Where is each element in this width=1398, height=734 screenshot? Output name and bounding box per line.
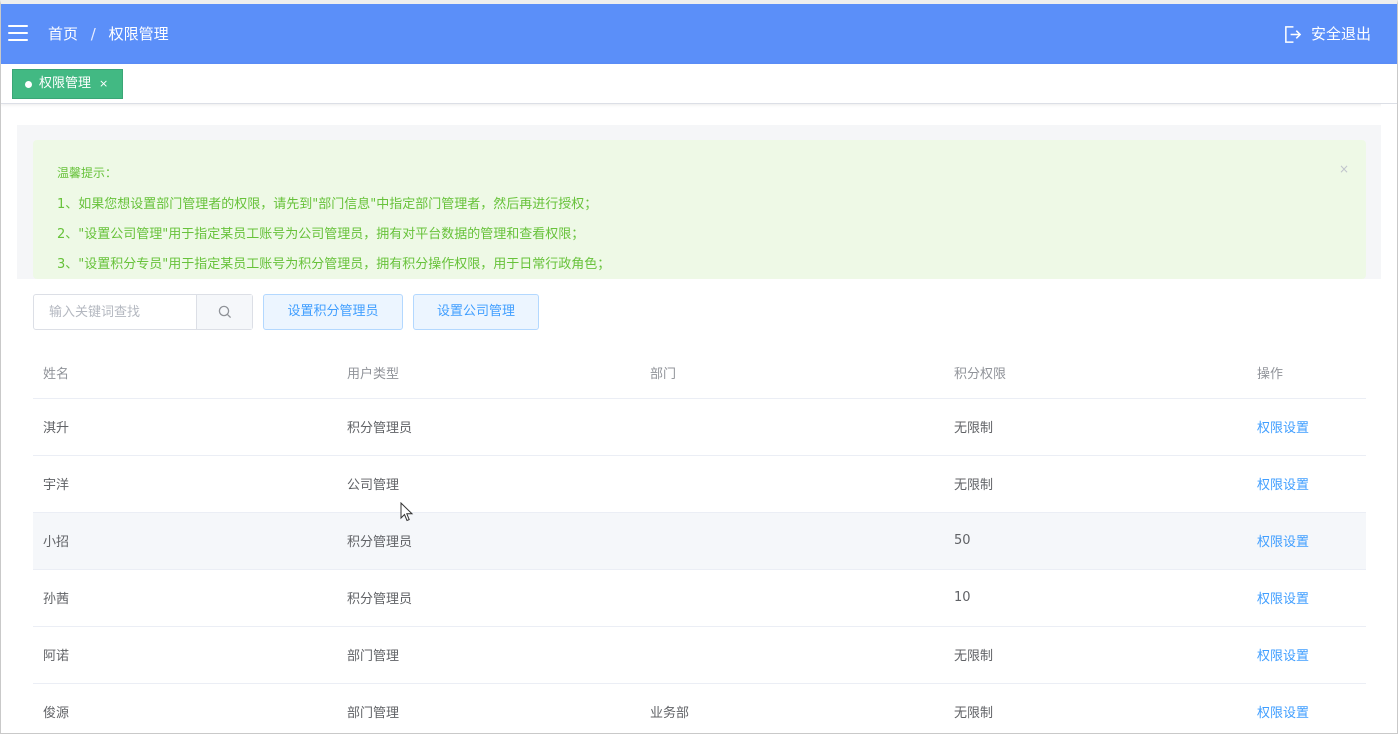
column-header-points-permission: 积分权限: [944, 348, 1247, 399]
cell-points: 无限制: [944, 683, 1247, 733]
search-input[interactable]: [34, 295, 196, 329]
tab-label: 权限管理: [39, 76, 92, 91]
tab-permission-management[interactable]: 权限管理 ×: [12, 69, 124, 99]
permission-settings-link[interactable]: 权限设置: [1257, 421, 1309, 436]
column-header-user-type: 用户类型: [337, 348, 640, 399]
permission-table: 姓名 用户类型 部门 积分权限 操作 淇升 积分管理员 无限制 权限设置 宇洋 …: [33, 348, 1366, 733]
cell-action: 权限设置: [1247, 683, 1366, 733]
alert-line-1: 1、如果您想设置部门管理者的权限，请先到"部门信息"中指定部门管理者，然后再进行…: [57, 197, 598, 212]
app-window: 首页 / 权限管理 安全退出 权限管理 × 温馨提示： 1、如果您想设置部门管理…: [0, 0, 1398, 734]
cell-name: 孙茜: [33, 569, 337, 627]
permission-settings-link[interactable]: 权限设置: [1257, 592, 1309, 607]
cell-name: 阿诺: [33, 626, 337, 684]
alert-line-2: 2、"设置公司管理"用于指定某员工账号为公司管理员，拥有对平台数据的管理和查看权…: [57, 227, 585, 242]
cell-name: 宇洋: [33, 455, 337, 513]
cell-user-type: 积分管理员: [337, 569, 640, 627]
table-row: 淇升 积分管理员 无限制 权限设置: [33, 398, 1366, 456]
cell-department: [640, 455, 944, 513]
cell-action: 权限设置: [1247, 398, 1366, 456]
breadcrumb-current: 权限管理: [108, 25, 169, 43]
cell-name: 淇升: [33, 398, 337, 456]
mouse-cursor-icon: [400, 502, 414, 522]
cell-name: 小招: [33, 512, 337, 570]
breadcrumb: 首页 / 权限管理: [48, 22, 169, 46]
tab-close-icon[interactable]: ×: [99, 69, 108, 99]
search-box: [33, 294, 253, 330]
cell-action: 权限设置: [1247, 455, 1366, 513]
page-scrollbar[interactable]: [1381, 104, 1397, 733]
cell-action: 权限设置: [1247, 626, 1366, 684]
breadcrumb-separator: /: [90, 25, 96, 43]
set-company-admin-button[interactable]: 设置公司管理: [413, 294, 539, 330]
cell-department: [640, 512, 944, 570]
search-button[interactable]: [196, 295, 252, 329]
column-header-actions: 操作: [1247, 348, 1366, 399]
column-header-department: 部门: [640, 348, 944, 399]
active-dot-icon: [25, 80, 32, 88]
tips-alert: 温馨提示： 1、如果您想设置部门管理者的权限，请先到"部门信息"中指定部门管理者…: [33, 140, 1366, 279]
cell-points: 无限制: [944, 626, 1247, 684]
cell-points: 无限制: [944, 455, 1247, 513]
table-row: 孙茜 积分管理员 10 权限设置: [33, 569, 1366, 627]
cell-user-type: 积分管理员: [337, 398, 640, 456]
table-row: 阿诺 部门管理 无限制 权限设置: [33, 626, 1366, 684]
cell-user-type: 公司管理: [337, 455, 640, 513]
table-row: 小招 积分管理员 50 权限设置: [33, 512, 1366, 570]
breadcrumb-home[interactable]: 首页: [48, 25, 78, 43]
table-row: 宇洋 公司管理 无限制 权限设置: [33, 455, 1366, 513]
cell-action: 权限设置: [1247, 569, 1366, 627]
permission-settings-link[interactable]: 权限设置: [1257, 706, 1309, 721]
cell-department: [640, 398, 944, 456]
alert-title: 温馨提示：: [57, 166, 118, 180]
logout-label: 安全退出: [1310, 25, 1371, 43]
permission-settings-link[interactable]: 权限设置: [1257, 649, 1309, 664]
cell-user-type: 部门管理: [337, 626, 640, 684]
cell-user-type: 积分管理员: [337, 512, 640, 570]
column-header-name: 姓名: [33, 348, 337, 399]
top-header: 首页 / 权限管理 安全退出: [1, 4, 1397, 64]
tabs-bar: 权限管理 ×: [1, 64, 1397, 104]
cell-user-type: 部门管理: [337, 683, 640, 733]
cell-points: 50: [944, 512, 1247, 570]
logout-icon: [1285, 25, 1302, 43]
cell-points: 无限制: [944, 398, 1247, 456]
cell-department: [640, 569, 944, 627]
cell-department: [640, 626, 944, 684]
cell-points: 10: [944, 569, 1247, 627]
table-header-row: 姓名 用户类型 部门 积分权限 操作: [33, 348, 1366, 399]
logout-button[interactable]: 安全退出: [1283, 22, 1371, 46]
menu-toggle-icon[interactable]: [8, 25, 28, 43]
cell-action: 权限设置: [1247, 512, 1366, 570]
alert-close-icon[interactable]: ×: [1339, 162, 1349, 176]
set-points-admin-button[interactable]: 设置积分管理员: [263, 294, 403, 330]
search-icon: [218, 305, 231, 319]
table-row: 俊源 部门管理 业务部 无限制 权限设置: [33, 683, 1366, 733]
alert-line-3: 3、"设置积分专员"用于指定某员工账号为积分管理员，拥有积分操作权限，用于日常行…: [57, 257, 611, 272]
permission-settings-link[interactable]: 权限设置: [1257, 535, 1309, 550]
cell-department: 业务部: [640, 683, 944, 733]
permission-settings-link[interactable]: 权限设置: [1257, 478, 1309, 493]
cell-name: 俊源: [33, 683, 337, 733]
user-panel: 设置积分管理员 设置公司管理 姓名 用户类型 部门 积分权限 操作: [17, 279, 1381, 733]
main-content: 温馨提示： 1、如果您想设置部门管理者的权限，请先到"部门信息"中指定部门管理者…: [17, 125, 1381, 733]
